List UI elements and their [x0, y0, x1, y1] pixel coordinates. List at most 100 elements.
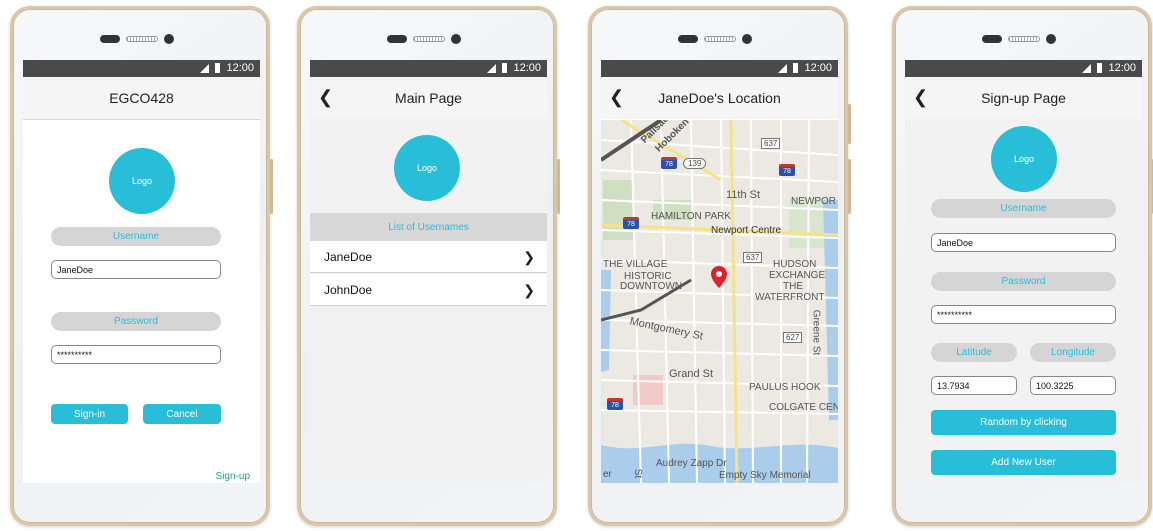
camera-icon [164, 34, 174, 44]
side-button [270, 159, 273, 214]
map-label-greene: Greene St [810, 309, 822, 356]
route-label: 139 [683, 158, 707, 169]
latitude-label: Latitude [931, 343, 1017, 362]
signup-link[interactable]: Sign-up [216, 471, 250, 482]
map-label-hamilton-park: HAMILTON PARK [651, 211, 732, 222]
sensor-icon [387, 35, 407, 43]
map-pin-icon[interactable] [711, 266, 727, 288]
route-label: 627 [783, 332, 803, 343]
camera-icon [1046, 34, 1056, 44]
interstate-shield-icon: 78 [779, 164, 795, 176]
battery-icon [793, 63, 799, 73]
password-label: Password [51, 312, 221, 331]
side-button [557, 159, 560, 214]
chevron-right-icon: ❯ [523, 282, 535, 298]
phone-location: 12:00 ❮ JaneDoe's Location Palisade Hobo… [588, 6, 851, 526]
sensor-icon [982, 35, 1002, 43]
map-label-the-village: THE VILLAGE [603, 259, 668, 270]
username-input[interactable]: JaneDoe [51, 260, 221, 279]
back-icon[interactable]: ❮ [609, 88, 625, 106]
list-item-label: JaneDoe [324, 249, 373, 264]
screen-signup: 12:00 ❮ Sign-up Page Logo Username JaneD… [905, 60, 1142, 483]
status-time: 12:00 [513, 62, 541, 74]
status-time: 12:00 [226, 62, 254, 74]
screen-main: 12:00 ❮ Main Page Logo List of Usernames… [310, 60, 547, 483]
route-label: 637 [743, 252, 763, 263]
logo: Logo [394, 135, 460, 201]
app-header: ❮ Sign-up Page [905, 77, 1142, 119]
longitude-label: Longitude [1030, 343, 1116, 362]
status-bar: 12:00 [23, 60, 260, 77]
page-title: Sign-up Page [981, 90, 1066, 106]
sensor-icon [678, 35, 698, 43]
battery-icon [215, 63, 221, 73]
cancel-button[interactable]: Cancel [143, 404, 221, 424]
battery-icon [502, 63, 508, 73]
phone-top-bar [982, 33, 1062, 45]
list-item[interactable]: JaneDoe ❯ [310, 241, 547, 273]
interstate-shield-icon: 78 [623, 217, 639, 229]
page-title: EGCO428 [109, 90, 174, 106]
app-header: ❮ Main Page [310, 77, 547, 119]
phone-signup: 12:00 ❮ Sign-up Page Logo Username JaneD… [892, 6, 1153, 526]
password-input[interactable]: ********** [51, 345, 221, 364]
phone-main: 12:00 ❮ Main Page Logo List of Usernames… [297, 6, 560, 526]
longitude-input[interactable]: 100.3225 [1030, 376, 1116, 395]
speaker-icon [1008, 36, 1040, 42]
map-label-downtown: DOWNTOWN [620, 281, 683, 292]
speaker-icon [704, 36, 736, 42]
page-title: Main Page [395, 90, 462, 106]
route-label: 637 [761, 138, 781, 149]
signal-icon [200, 63, 210, 73]
latitude-input[interactable]: 13.7934 [931, 376, 1017, 395]
map-label-11th-st: 11th St [726, 189, 761, 201]
map-view[interactable]: Palisade Hoboken 637 78 139 78 11th St N… [601, 120, 838, 483]
logo: Logo [991, 126, 1057, 192]
app-header: EGCO428 [23, 77, 260, 120]
status-bar: 12:00 [310, 60, 547, 77]
add-new-user-button[interactable]: Add New User [931, 450, 1116, 475]
list-item-label: JohnDoe [324, 282, 373, 297]
back-icon[interactable]: ❮ [318, 88, 334, 106]
password-input[interactable]: ********** [931, 305, 1116, 324]
map-label-er: er [603, 469, 612, 480]
username-label: Username [51, 227, 221, 246]
username-input[interactable]: JaneDoe [931, 233, 1116, 252]
screen-signin: 12:00 EGCO428 Logo Username JaneDoe Pass… [23, 60, 260, 483]
phone-top-bar [100, 33, 180, 45]
camera-icon [451, 34, 461, 44]
phone-top-bar [678, 33, 758, 45]
status-bar: 12:00 [601, 60, 838, 77]
back-icon[interactable]: ❮ [913, 88, 929, 106]
phone-top-bar [387, 33, 467, 45]
random-button[interactable]: Random by clicking [931, 410, 1116, 435]
map-label-st: St [632, 468, 644, 479]
signal-icon [778, 63, 788, 73]
app-header: ❮ JaneDoe's Location [601, 77, 838, 119]
phone-signin: 12:00 EGCO428 Logo Username JaneDoe Pass… [10, 6, 273, 526]
map-label-empty-sky: Empty Sky Memorial [719, 470, 811, 481]
map-label-paulus-hook: PAULUS HOOK [749, 382, 821, 393]
map-label-grand: Grand St [669, 368, 714, 380]
list-item[interactable]: JohnDoe ❯ [310, 274, 547, 306]
map-label-the: THE [783, 281, 803, 292]
page-title: JaneDoe's Location [658, 90, 781, 106]
password-label: Password [931, 272, 1116, 291]
map-label-exchange: EXCHANGE [769, 270, 826, 281]
map-label-hudson: HUDSON [773, 259, 817, 270]
map-label-newport: NEWPOR [791, 196, 836, 207]
map-label-waterfront: WATERFRONT [755, 292, 825, 303]
side-button [848, 159, 851, 214]
map-label-newport-centre: Newport Centre [711, 225, 782, 236]
chevron-right-icon: ❯ [523, 249, 535, 265]
list-header: List of Usernames [310, 213, 547, 241]
interstate-shield-icon: 78 [661, 157, 677, 169]
battery-icon [1097, 63, 1103, 73]
interstate-shield-icon: 78 [607, 398, 623, 410]
signin-button[interactable]: Sign-in [51, 404, 128, 424]
signal-icon [1082, 63, 1092, 73]
speaker-icon [126, 36, 158, 42]
status-bar: 12:00 [905, 60, 1142, 77]
signal-icon [487, 63, 497, 73]
status-time: 12:00 [1108, 62, 1136, 74]
